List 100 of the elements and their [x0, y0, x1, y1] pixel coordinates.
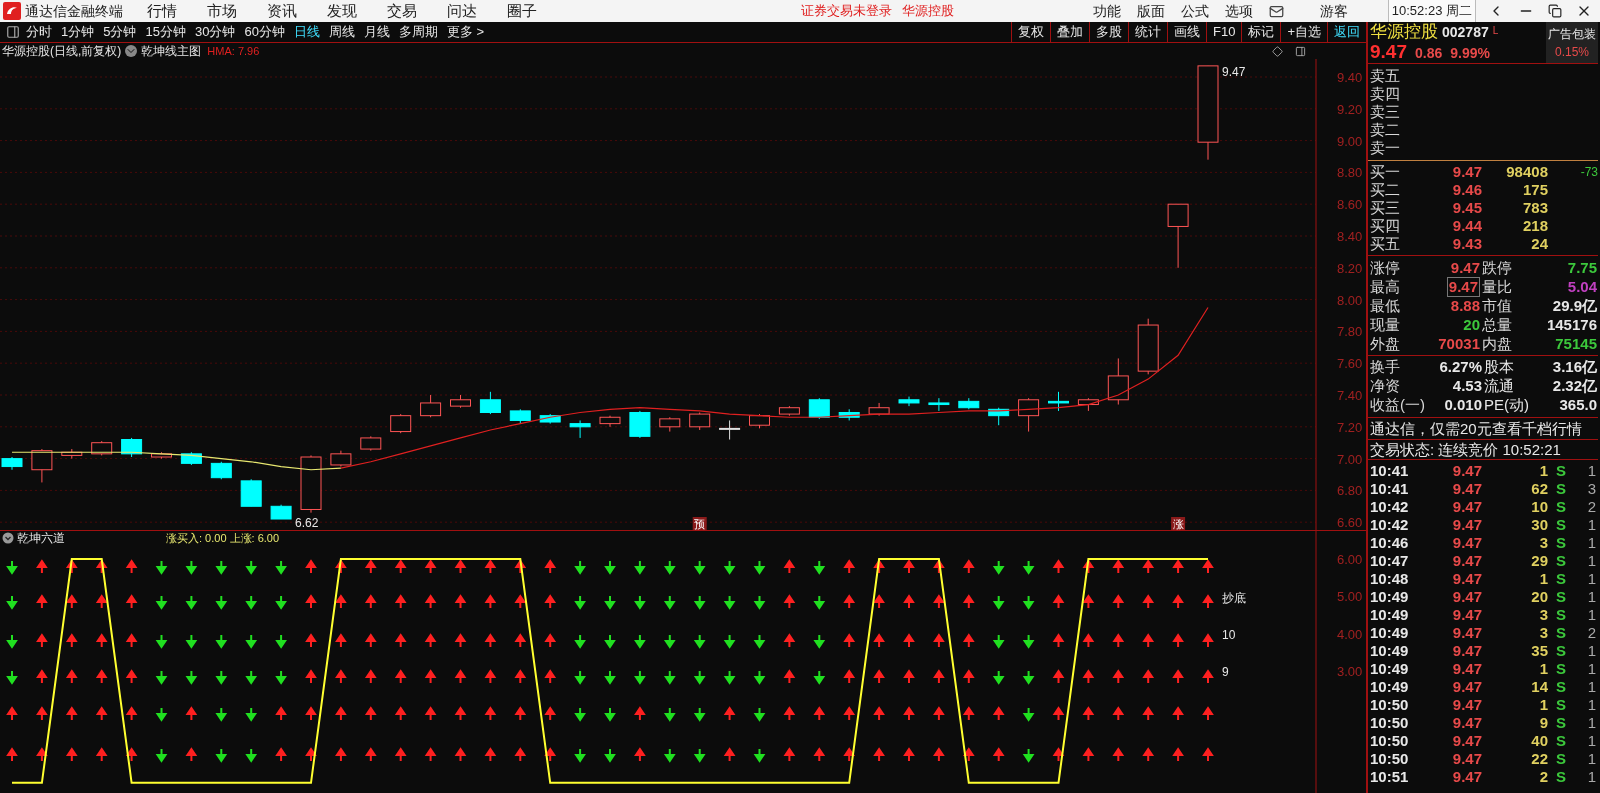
tick-time: 10:41 — [1370, 480, 1410, 498]
toolbar-button[interactable]: 统计 — [1128, 22, 1167, 42]
menu-item[interactable]: 行情 — [147, 0, 177, 23]
price-axis-label: 7.00 — [1337, 451, 1363, 467]
toolbar-button[interactable]: 复权 — [1011, 22, 1050, 42]
tick-price: 9.47 — [1451, 678, 1482, 696]
panel-toggle-icon[interactable] — [1295, 45, 1306, 57]
tick-count: 1 — [1586, 678, 1597, 696]
ask-label: 卖四 — [1369, 85, 1401, 103]
bid-label: 买五 — [1370, 235, 1401, 253]
tick-volume: 9 — [1538, 714, 1548, 732]
stat-label: 涨停 — [1370, 258, 1401, 277]
menu-item[interactable]: 公式 — [1180, 0, 1209, 22]
period-tab[interactable]: 15分钟 — [145, 22, 186, 42]
period-tab[interactable]: 周线 — [328, 22, 355, 42]
period-tab[interactable]: 1分钟 — [61, 22, 95, 42]
finance-label: 股本 — [1484, 358, 1515, 377]
toolbar-button[interactable]: 多股 — [1089, 22, 1128, 42]
ad-box[interactable]: 广告包装 0.15% — [1546, 22, 1598, 63]
stat-label: 内盘 — [1482, 334, 1513, 353]
tick-count: 2 — [1586, 624, 1597, 642]
tick-side: S — [1555, 714, 1567, 732]
menu-item[interactable]: 问达 — [447, 0, 477, 23]
candlestick — [450, 394, 471, 409]
stat-value: 9.47 — [1446, 276, 1480, 297]
stat-label: 市值 — [1482, 296, 1513, 315]
candlestick — [868, 402, 890, 417]
app-title: 通达信金融终端 — [25, 1, 123, 21]
tick-price: 9.47 — [1451, 552, 1482, 570]
stat-label: 现量 — [1370, 315, 1401, 334]
period-tab[interactable]: 更多 > — [446, 22, 485, 42]
menu-item[interactable]: 资讯 — [267, 0, 297, 23]
candlestick — [390, 413, 412, 434]
login-notice: 证券交易未登录 — [801, 2, 892, 21]
period-tab[interactable]: 30分钟 — [194, 22, 236, 42]
candlestick — [1048, 391, 1069, 412]
tick-volume: 30 — [1530, 516, 1548, 534]
menu-item[interactable]: 功能 — [1092, 0, 1121, 22]
menu-item[interactable]: 市场 — [207, 0, 237, 23]
toolbar-button[interactable]: +自选 — [1280, 22, 1327, 42]
menu-item[interactable]: 发现 — [327, 0, 357, 23]
tick-count: 1 — [1586, 462, 1597, 480]
menu-item[interactable]: 版面 — [1136, 0, 1165, 22]
period-tab[interactable]: 5分钟 — [103, 22, 137, 42]
menu-item[interactable]: 选项 — [1224, 0, 1253, 22]
indicator-name[interactable]: 乾坤线主图 — [141, 42, 202, 60]
candlestick — [1167, 203, 1189, 269]
tick-price: 9.47 — [1451, 642, 1482, 660]
promo-text[interactable]: 通达信，仅需20元查看千档行情 — [1368, 418, 1598, 440]
period-tab[interactable]: 分时 — [26, 22, 52, 42]
tick-count: 1 — [1586, 768, 1597, 786]
stock-link[interactable]: 华源控股 — [902, 1, 954, 21]
finance-value: 6.27% — [1438, 358, 1482, 377]
diamond-icon[interactable] — [1272, 45, 1283, 57]
candlestick — [988, 407, 1010, 426]
candlestick — [569, 419, 591, 439]
toolbar-button[interactable]: F10 — [1206, 22, 1242, 42]
period-tab[interactable]: 日线 — [293, 22, 320, 42]
price-axis-label: 9.20 — [1337, 101, 1363, 117]
mail-icon[interactable] — [1268, 3, 1284, 19]
candlestick — [360, 435, 382, 452]
ask-label: 卖二 — [1369, 121, 1401, 139]
tick-side: S — [1555, 678, 1567, 696]
finance-label: PE(动) — [1484, 396, 1530, 415]
hma-value: HMA: 7.96 — [207, 43, 260, 59]
candlestick — [121, 437, 143, 458]
toolbar-button[interactable]: 标记 — [1241, 22, 1281, 42]
candlestick — [300, 454, 322, 514]
panel-toggle-icon[interactable] — [6, 25, 20, 39]
menu-item[interactable]: 圈子 — [507, 0, 537, 23]
price-axis-label: 7.60 — [1337, 356, 1363, 372]
user-label[interactable]: 游客 — [1319, 0, 1348, 22]
stat-value: 9.47 — [1450, 258, 1480, 277]
menu-item[interactable]: 交易 — [387, 0, 417, 23]
period-tab[interactable]: 多周期 — [398, 22, 438, 42]
finance-value: 365.0 — [1558, 396, 1598, 415]
tick-volume: 40 — [1530, 732, 1548, 750]
tick-side: S — [1555, 462, 1567, 480]
tick-time: 10:42 — [1370, 498, 1410, 516]
candlestick — [210, 461, 232, 480]
bid-change: -73 — [1579, 164, 1598, 181]
dropdown-icon[interactable] — [125, 45, 138, 57]
bid-volume: 175 — [1521, 181, 1548, 199]
restore-icon[interactable] — [1548, 4, 1562, 18]
toolbar-button[interactable]: 叠加 — [1050, 22, 1089, 42]
toolbar-button[interactable]: 画线 — [1167, 22, 1206, 42]
bid-label: 买一 — [1370, 163, 1401, 181]
period-tab[interactable]: 月线 — [363, 22, 390, 42]
tick-price: 9.47 — [1451, 516, 1482, 534]
tick-time: 10:49 — [1370, 624, 1410, 642]
stat-label: 量比 — [1482, 277, 1513, 296]
period-tab[interactable]: 60分钟 — [244, 22, 285, 42]
tick-volume: 20 — [1530, 588, 1548, 606]
indicator-axis-label: 5.00 — [1337, 589, 1363, 605]
candlestick — [629, 410, 651, 439]
stat-label: 总量 — [1482, 315, 1513, 334]
collapse-icon[interactable] — [2, 532, 14, 544]
candlestick — [659, 416, 681, 433]
tick-count: 1 — [1586, 696, 1597, 714]
candlestick — [61, 448, 83, 460]
